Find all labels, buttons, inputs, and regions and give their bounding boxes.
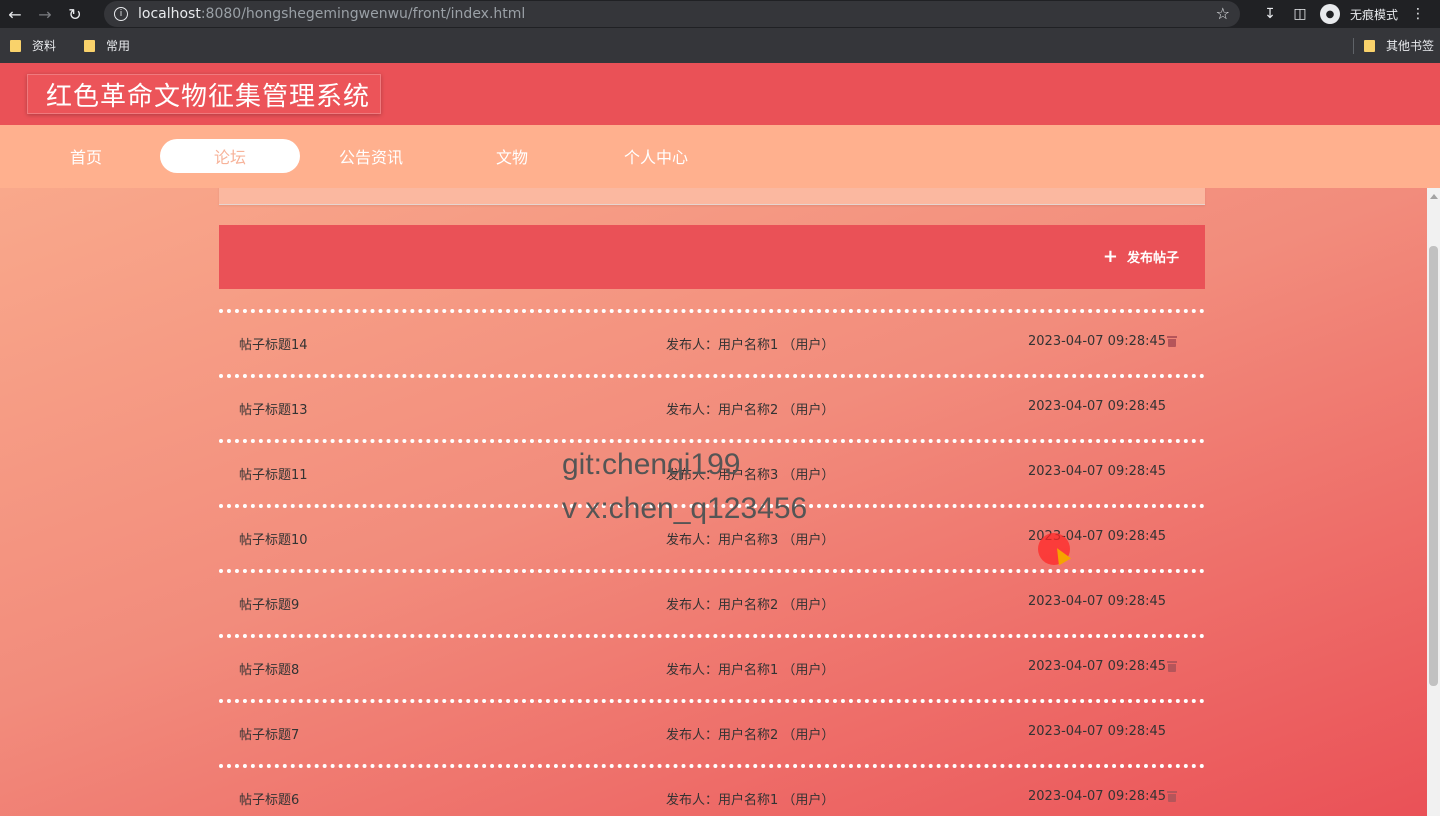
post-title[interactable]: 帖子标题10 <box>239 529 308 548</box>
post-row[interactable]: 帖子标题9 发布人：用户名称2 （用户） 2023-04-07 09:28:45 <box>219 569 1205 634</box>
bookmarks-bar: 资料 常用 其他书签 <box>0 28 1440 63</box>
post-title[interactable]: 帖子标题9 <box>239 594 299 613</box>
other-bookmarks-label: 其他书签 <box>1385 39 1434 53</box>
post-date: 2023-04-07 09:28:45 <box>1028 399 1167 414</box>
post-author: 发布人：用户名称1 （用户） <box>666 663 835 678</box>
post-title[interactable]: 帖子标题8 <box>239 659 299 678</box>
watermark-wechat: v x:chen_q123456 <box>562 492 808 525</box>
post-row[interactable]: 帖子标题14 发布人：用户名称1 （用户） 2023-04-07 09:28:45 <box>219 309 1205 374</box>
post-author: 发布人：用户名称1 （用户） <box>666 793 835 808</box>
post-date: 2023-04-07 09:28:45 <box>1028 334 1167 349</box>
site-header: 红色革命文物征集管理系统 <box>0 63 1440 125</box>
nav-forum[interactable]: 论坛 <box>160 139 300 173</box>
post-date: 2023-04-07 09:28:45 <box>1028 594 1167 609</box>
publish-post-label: 发布帖子 <box>1126 251 1179 266</box>
folder-icon <box>10 39 21 52</box>
post-date: 2023-04-07 09:28:45 <box>1028 464 1167 479</box>
reload-icon[interactable]: ↻ <box>60 0 90 28</box>
folder-icon <box>1363 39 1375 52</box>
trash-icon[interactable] <box>1167 661 1177 672</box>
post-title[interactable]: 帖子标题13 <box>239 399 308 418</box>
bookmark-label: 资料 <box>32 39 57 53</box>
trash-icon[interactable] <box>1167 791 1177 802</box>
trash-icon[interactable] <box>1167 336 1177 347</box>
back-icon[interactable]: ← <box>0 0 30 28</box>
url-path: :8080/hongshegemingwenwu/front/index.htm… <box>200 6 526 22</box>
post-title[interactable]: 帖子标题6 <box>239 789 299 808</box>
nav-home[interactable]: 首页 <box>46 139 126 173</box>
nav-relics[interactable]: 文物 <box>472 139 552 173</box>
post-author: 发布人：用户名称1 （用户） <box>666 338 835 353</box>
bookmark-divider <box>1353 38 1354 54</box>
browser-actions: ↧ ◫ ● 无痕模式 ⋮ <box>1260 0 1440 28</box>
incognito-icon[interactable]: ● <box>1319 4 1340 24</box>
post-date: 2023-04-07 09:28:45 <box>1028 789 1167 804</box>
download-icon[interactable]: ↧ <box>1260 4 1280 24</box>
plus-icon: + <box>1102 245 1118 267</box>
scrollbar-thumb[interactable] <box>1429 246 1438 686</box>
site-title: 红色革命文物征集管理系统 <box>27 74 381 114</box>
post-row[interactable]: 帖子标题7 发布人：用户名称2 （用户） 2023-04-07 09:28:45 <box>219 699 1205 764</box>
post-author: 发布人：用户名称2 （用户） <box>666 598 835 613</box>
scroll-up-icon[interactable] <box>1430 194 1438 199</box>
other-bookmarks[interactable]: 其他书签 <box>1363 28 1434 63</box>
site-info-icon[interactable]: i <box>114 7 128 21</box>
search-card-edge <box>219 188 1205 205</box>
bookmark-star-icon[interactable]: ☆ <box>1216 4 1230 23</box>
post-row[interactable]: 帖子标题13 发布人：用户名称2 （用户） 2023-04-07 09:28:45 <box>219 374 1205 439</box>
post-row[interactable]: 帖子标题6 发布人：用户名称1 （用户） 2023-04-07 09:28:45 <box>219 764 1205 816</box>
bookmark-label: 常用 <box>106 39 131 53</box>
post-title[interactable]: 帖子标题14 <box>239 334 308 353</box>
forum-action-bar: + 发布帖子 <box>219 225 1205 289</box>
watermark-git: git:chenqi199 <box>562 448 741 481</box>
nav-personal-center[interactable]: 个人中心 <box>606 139 706 173</box>
post-date: 2023-04-07 09:28:45 <box>1028 659 1167 674</box>
forward-icon[interactable]: → <box>30 0 60 28</box>
bookmark-folder-ziliao[interactable]: 资料 <box>10 37 56 54</box>
side-panel-icon[interactable]: ◫ <box>1290 4 1310 24</box>
folder-icon <box>84 39 96 52</box>
post-author: 发布人：用户名称3 （用户） <box>666 533 835 548</box>
nav-announcements[interactable]: 公告资讯 <box>321 139 421 173</box>
post-title[interactable]: 帖子标题7 <box>239 724 299 743</box>
post-row[interactable]: 帖子标题8 发布人：用户名称1 （用户） 2023-04-07 09:28:45 <box>219 634 1205 699</box>
post-title[interactable]: 帖子标题11 <box>239 464 308 483</box>
post-author: 发布人：用户名称2 （用户） <box>666 403 835 418</box>
incognito-label[interactable]: 无痕模式 <box>1350 6 1398 23</box>
bookmark-folder-changyong[interactable]: 常用 <box>84 37 130 54</box>
browser-toolbar: ← → ↻ i localhost:8080/hongshegemingwenw… <box>0 0 1440 28</box>
address-bar[interactable]: i localhost:8080/hongshegemingwenwu/fron… <box>104 1 1240 27</box>
publish-post-button[interactable]: + 发布帖子 <box>1103 247 1179 266</box>
url-host: localhost <box>138 6 201 22</box>
post-date: 2023-04-07 09:28:45 <box>1028 724 1167 739</box>
page-scrollbar[interactable] <box>1427 188 1440 816</box>
main-nav: 首页 论坛 公告资讯 文物 个人中心 <box>0 125 1440 188</box>
post-author: 发布人：用户名称2 （用户） <box>666 728 835 743</box>
menu-icon[interactable]: ⋮ <box>1408 4 1428 24</box>
